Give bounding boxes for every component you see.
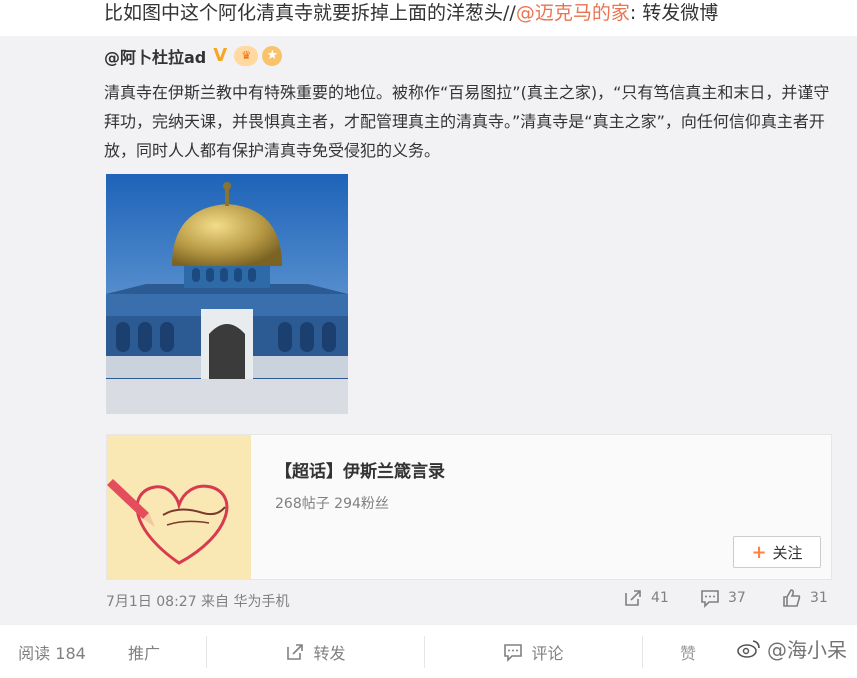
comment-button[interactable]: 评论 [425,625,642,678]
inner-like-action[interactable]: 31 [782,588,828,608]
post-text: 比如图中这个阿化清真寺就要拆掉上面的洋葱头//@迈克马的家: 转发微博 [104,0,718,36]
forward-label: 转发 [313,643,346,663]
post-text-suffix: : 转发微博 [629,2,719,24]
crown-level-icon[interactable]: ♛ [234,46,259,66]
repost-box: @阿卜杜拉ad V ♛ ★ 清真寺在伊斯兰教中有特殊重要的地位。被称作“百易图拉… [0,36,857,624]
like-label: 赞 [679,643,696,663]
heart-calligraphy-icon [107,435,251,579]
mosque-photo[interactable] [106,174,348,414]
inner-forward-action[interactable]: 41 [623,588,669,608]
follow-button[interactable]: + 关注 [733,536,821,568]
post-text-prefix: 比如图中这个阿化清真寺就要拆掉上面的洋葱头// [104,2,516,24]
verified-v-icon[interactable]: V [210,46,230,66]
super-topic-card[interactable]: 【超话】伊斯兰箴言录 268帖子 294粉丝 + 关注 [106,434,832,580]
mention-link[interactable]: @迈克马的家 [516,2,630,24]
read-count: 阅读 184 [0,625,104,678]
bottom-action-bar: 阅读 184 推广 转发 评论 赞 [0,624,857,678]
weibo-watermark: @海小呆 [737,634,847,663]
promote-button[interactable]: 推广 [104,625,184,678]
forward-button[interactable]: 转发 [207,625,424,678]
promote-label: 推广 [127,643,160,663]
comment-icon [701,590,719,608]
forward-icon [287,643,304,660]
weibo-logo-icon [737,639,760,658]
forward-count: 41 [651,590,669,606]
like-count: 31 [810,590,828,606]
author-name[interactable]: @阿卜杜拉ad [104,44,206,68]
repost-author-row: @阿卜杜拉ad V ♛ ★ [104,44,283,68]
topic-stats: 268帖子 294粉丝 [275,496,389,512]
like-button[interactable]: 赞 [643,625,733,678]
read-count-label: 阅读 184 [18,643,86,663]
comment-icon [504,643,523,662]
repost-meta: 7月1日 08:27 来自 华为手机 [106,594,290,610]
mosque-illustration [106,174,348,414]
repost-content: 清真寺在伊斯兰教中有特殊重要的地位。被称作“百易图拉”(真主之家)，“只有笃信真… [104,83,830,160]
forward-icon [625,590,641,606]
thumbs-up-icon [783,589,801,607]
watermark-text: @海小呆 [767,638,847,662]
inner-comment-action[interactable]: 37 [700,588,746,608]
medal-icon[interactable]: ★ [262,46,283,66]
topic-thumbnail [107,435,251,579]
comment-count: 37 [728,590,746,606]
plus-icon: + [751,541,767,563]
topic-title[interactable]: 【超话】伊斯兰箴言录 [275,457,445,482]
comment-label: 评论 [531,643,564,663]
follow-label: 关注 [772,543,803,562]
